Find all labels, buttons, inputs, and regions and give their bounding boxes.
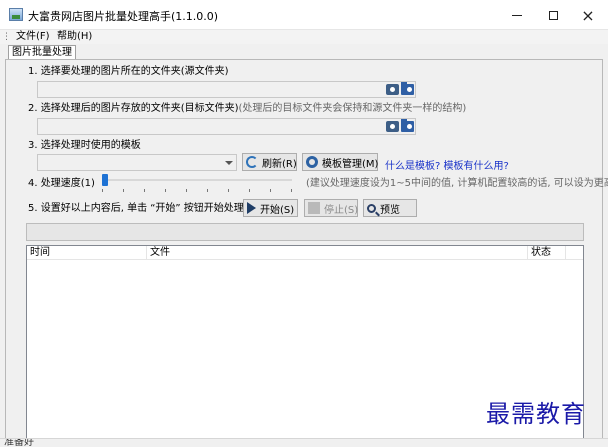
stop-button[interactable]: 停止(S) bbox=[304, 199, 358, 217]
template-manage-label: 模板管理(M) bbox=[322, 158, 379, 170]
template-select[interactable] bbox=[37, 154, 237, 171]
speed-slider-ticks bbox=[102, 189, 292, 192]
tab-batch-process[interactable]: 图片批量处理 bbox=[8, 45, 76, 60]
col-status[interactable]: 状态 bbox=[528, 246, 566, 260]
step2-label-text: 2. 选择处理后的图片存放的文件夹(目标文件夹) bbox=[28, 103, 239, 114]
status-text: 准备好 bbox=[4, 438, 34, 447]
progress-bar bbox=[26, 223, 584, 241]
tab-panel: 1. 选择要处理的图片所在的文件夹(源文件夹) 2. 选择处理后的图片存放的文件… bbox=[5, 59, 608, 440]
folder-open-icon[interactable] bbox=[401, 82, 414, 95]
menu-file[interactable]: 文件(F) bbox=[16, 30, 50, 44]
col-file[interactable]: 文件 bbox=[147, 246, 528, 260]
start-button[interactable]: 开始(S) bbox=[243, 199, 298, 217]
preview-button[interactable]: 预览 bbox=[363, 199, 417, 217]
speed-slider[interactable] bbox=[102, 174, 292, 194]
menu-bar: ⋮ 文件(F) 帮助(H) bbox=[0, 30, 608, 44]
menu-grip-icon: ⋮ bbox=[2, 32, 11, 42]
speed-slider-thumb[interactable] bbox=[102, 174, 108, 186]
preview-button-label: 预览 bbox=[380, 204, 400, 216]
step5-label: 5. 设置好以上内容后, 单击 “开始” 按钮开始处理 bbox=[28, 203, 244, 214]
speed-slider-track bbox=[102, 179, 292, 181]
step4-label: 4. 处理速度(1) bbox=[28, 178, 95, 189]
log-header: 时间 文件 状态 bbox=[27, 246, 583, 260]
source-folder-field[interactable] bbox=[37, 81, 416, 98]
step1-label: 1. 选择要处理的图片所在的文件夹(源文件夹) bbox=[28, 66, 229, 77]
stop-button-label: 停止(S) bbox=[324, 204, 359, 216]
status-bar: 准备好 bbox=[0, 438, 608, 447]
camera-icon[interactable] bbox=[386, 84, 399, 95]
gear-icon bbox=[306, 156, 318, 168]
stop-icon bbox=[308, 202, 320, 214]
target-folder-field[interactable] bbox=[37, 118, 416, 135]
what-is-template-text[interactable]: 什么是模板? bbox=[385, 161, 440, 172]
step2-label: 2. 选择处理后的图片存放的文件夹(目标文件夹)(处理后的目标文件夹会保持和源文… bbox=[28, 103, 466, 115]
camera-icon[interactable] bbox=[386, 121, 399, 132]
folder-open-icon[interactable] bbox=[401, 119, 414, 132]
source-folder-input[interactable] bbox=[38, 82, 415, 97]
minimize-icon bbox=[512, 14, 522, 16]
play-icon bbox=[247, 202, 256, 214]
maximize-icon bbox=[548, 10, 558, 20]
speed-hint: (建议处理速度设为1~5中间的值, 计算机配置较高的话, 可以设为更高) bbox=[306, 178, 608, 189]
chevron-down-icon bbox=[225, 161, 233, 165]
template-use-link[interactable]: 模板有什么用? bbox=[444, 161, 509, 172]
magnifier-icon bbox=[367, 203, 376, 213]
target-folder-input[interactable] bbox=[38, 119, 415, 134]
step3-label: 3. 选择处理时使用的模板 bbox=[28, 140, 141, 151]
refresh-icon bbox=[246, 156, 258, 168]
menu-help[interactable]: 帮助(H) bbox=[57, 30, 92, 44]
what-is-template-link[interactable]: 什么是模板? 模板有什么用? bbox=[385, 157, 509, 172]
close-icon: × bbox=[581, 5, 595, 25]
refresh-button[interactable]: 刷新(R) bbox=[242, 153, 297, 171]
client-area: 图片批量处理 1. 选择要处理的图片所在的文件夹(源文件夹) 2. 选择处理后的… bbox=[0, 44, 608, 447]
close-button[interactable]: × bbox=[565, 0, 608, 30]
template-manage-button[interactable]: 模板管理(M) bbox=[302, 153, 378, 171]
start-button-label: 开始(S) bbox=[260, 204, 295, 216]
watermark-text: 最需教育 bbox=[486, 400, 586, 428]
app-icon bbox=[9, 8, 23, 21]
title-bar: 大富贵网店图片批量处理高手(1.1.0.0) × bbox=[0, 0, 608, 30]
col-time[interactable]: 时间 bbox=[27, 246, 147, 260]
window-title: 大富贵网店图片批量处理高手(1.1.0.0) bbox=[28, 10, 219, 23]
refresh-button-label: 刷新(R) bbox=[262, 158, 297, 170]
step2-hint: (处理后的目标文件夹会保持和源文件夹一样的结构) bbox=[238, 103, 467, 114]
